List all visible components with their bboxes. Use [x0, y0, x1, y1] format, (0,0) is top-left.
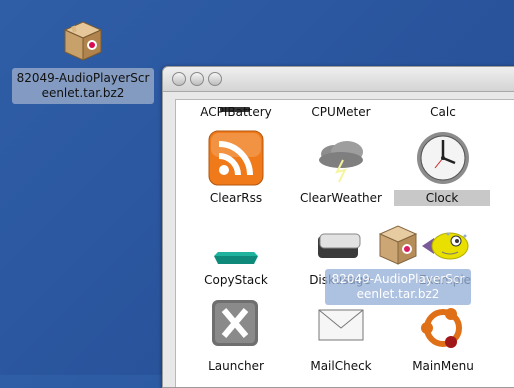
app-label: CopyStack: [204, 273, 268, 287]
ubuntu-logo-icon: [415, 298, 471, 354]
rss-icon: [208, 130, 264, 186]
close-button[interactable]: [172, 72, 186, 86]
app-label: ClearRss: [209, 191, 263, 205]
app-cpumeter[interactable]: CPUMeter: [293, 104, 389, 120]
app-label: ClearWeather: [300, 191, 382, 205]
app-calc[interactable]: Calc: [395, 104, 491, 120]
app-mainmenu[interactable]: MainMenu: [395, 298, 491, 374]
app-label: Launcher: [208, 359, 264, 373]
app-mailcheck[interactable]: MailCheck: [293, 298, 389, 374]
app-launcher[interactable]: Launcher: [188, 298, 284, 374]
launcher-x-icon: [208, 298, 264, 354]
package-box-icon: [376, 222, 420, 266]
mail-icon: [313, 298, 369, 354]
minimize-button[interactable]: [190, 72, 204, 86]
app-label: Clock: [394, 190, 490, 206]
package-box-icon: [61, 18, 105, 62]
app-acpibattery[interactable]: ACPIBattery: [188, 98, 284, 120]
app-label: CPUMeter: [311, 105, 371, 119]
drag-ghost-label: 82049-AudioPlayerScreenlet.tar.bz2: [325, 269, 471, 305]
weather-storm-icon: [313, 130, 369, 186]
app-clearrss[interactable]: ClearRss: [188, 130, 284, 206]
app-clock[interactable]: Clock: [394, 130, 491, 206]
clock-icon: [415, 130, 471, 186]
app-label: MailCheck: [310, 359, 372, 373]
desktop-file-label: 82049-AudioPlayerScreenlet.tar.bz2: [12, 68, 154, 104]
app-label: Calc: [430, 105, 456, 119]
drag-ghost-file[interactable]: 82049-AudioPlayerScreenlet.tar.bz2: [325, 222, 471, 305]
app-copystack[interactable]: CopyStack: [188, 212, 284, 288]
app-label: MainMenu: [412, 359, 474, 373]
window-titlebar[interactable]: [163, 67, 514, 92]
app-label: ACPIBattery: [200, 105, 272, 119]
desktop-file-icon[interactable]: 82049-AudioPlayerScreenlet.tar.bz2: [12, 18, 154, 104]
maximize-button[interactable]: [208, 72, 222, 86]
stack-icon: [208, 212, 264, 268]
app-clearweather[interactable]: ClearWeather: [293, 130, 389, 206]
